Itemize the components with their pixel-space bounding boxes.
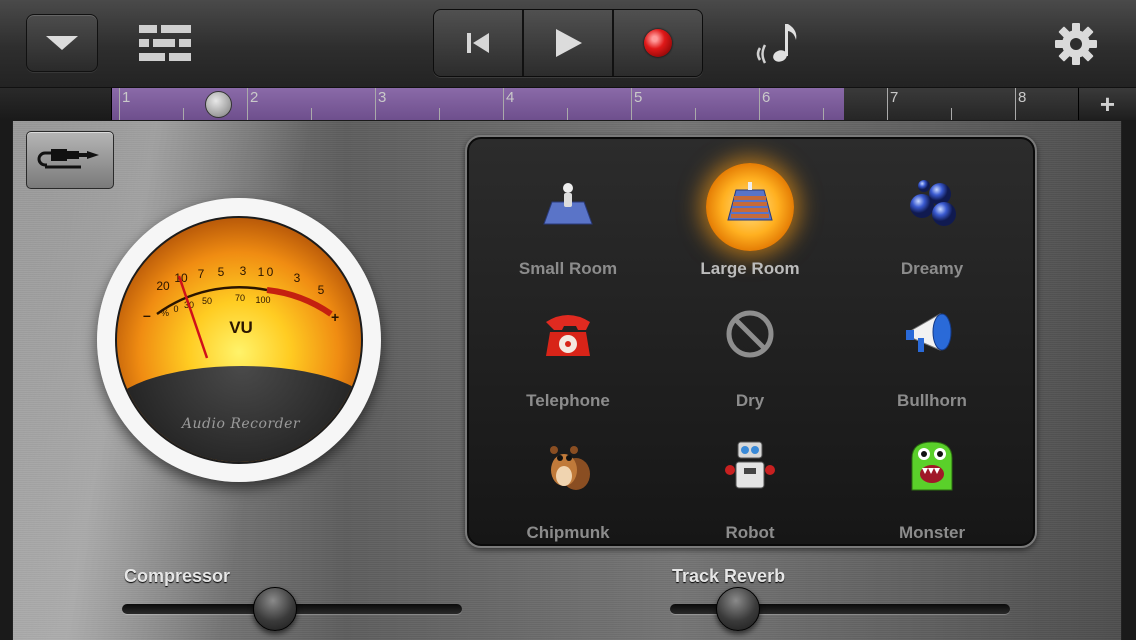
no-effect-icon [715, 299, 785, 369]
bar-number: 6 [762, 89, 771, 106]
ruler-tick [311, 108, 312, 120]
brand-label: Audio Recorder [181, 416, 301, 432]
effect-label: Bullhorn [897, 391, 967, 410]
ruler-tick [823, 108, 824, 120]
input-jack-icon [37, 149, 99, 169]
megaphone-icon [897, 299, 967, 369]
telephone-icon [533, 299, 603, 369]
compressor-label: Compressor [124, 566, 231, 586]
effect-label: Dreamy [900, 259, 964, 278]
effect-chipmunk[interactable]: Chipmunk [478, 409, 658, 542]
ruler-gutter [0, 88, 112, 120]
tracks-view-button[interactable] [130, 16, 200, 70]
scale-label: 5 [318, 283, 325, 297]
scale-label: 3 [294, 271, 301, 285]
effect-label: Robot [725, 523, 775, 542]
effect-large-room[interactable]: Large Room [660, 145, 840, 278]
toolbar [0, 0, 1136, 88]
bubbles-icon [897, 167, 967, 237]
tracks-view-icon [139, 25, 191, 61]
effect-label: Small Room [518, 259, 618, 278]
ruler-tick [503, 88, 504, 120]
ruler-tick [1015, 88, 1016, 120]
track-reverb-label: Track Reverb [672, 566, 786, 586]
vu-meter-base [117, 366, 361, 462]
ruler-tick [567, 108, 568, 120]
ruler-tick [951, 108, 952, 120]
effect-label: Chipmunk [526, 523, 610, 542]
playhead-handle[interactable] [205, 91, 232, 118]
gear-icon [1055, 23, 1097, 65]
scale-label: 5 [218, 265, 225, 279]
effect-label: Large Room [700, 259, 800, 278]
bar-number: 8 [1018, 89, 1027, 106]
bar-number: 1 [122, 89, 131, 106]
ruler-tick [247, 88, 248, 120]
ruler-tick [439, 108, 440, 120]
effect-robot[interactable]: Robot [660, 409, 840, 542]
rewind-icon [467, 33, 489, 53]
bar-number: 3 [378, 89, 387, 106]
rewind-button[interactable] [434, 10, 524, 76]
ruler-tick [631, 88, 632, 120]
small-room-icon [533, 167, 603, 237]
ruler-tick [119, 88, 120, 120]
scale-label: 20 [156, 279, 170, 293]
instrument-button[interactable] [748, 14, 808, 74]
vu-meter-face: 20 10 7 5 3 1 0 3 5 0 30 50 70 100 % – + [115, 216, 363, 464]
effects-grid: Small Room Large Room Dreamy Telephone D… [465, 135, 1037, 548]
effect-label: Dry [735, 391, 765, 410]
scale-label: % [161, 308, 169, 318]
scale-label: 0 [267, 265, 274, 279]
play-icon [556, 29, 582, 57]
effect-dreamy[interactable]: Dreamy [842, 145, 1022, 278]
compressor-slider-knob[interactable] [253, 587, 297, 631]
bar-number: 2 [250, 89, 259, 106]
effect-bullhorn[interactable]: Bullhorn [842, 277, 1022, 410]
ruler-track[interactable]: 1 2 3 4 5 6 7 8 [112, 88, 1078, 120]
ruler-tick [375, 88, 376, 120]
ruler-tick [887, 88, 888, 120]
transport-controls [433, 9, 703, 77]
play-button[interactable] [524, 10, 614, 76]
scale-label: 70 [235, 293, 245, 303]
record-icon [644, 29, 672, 57]
record-button[interactable] [614, 10, 702, 76]
scale-label: 50 [202, 296, 212, 306]
menu-button[interactable] [26, 14, 98, 72]
chevron-down-icon [46, 36, 78, 50]
chipmunk-icon [533, 431, 603, 501]
effect-small-room[interactable]: Small Room [478, 145, 658, 278]
vu-needle [177, 275, 209, 359]
effect-monster[interactable]: Monster [842, 409, 1022, 542]
scale-label: 1 [258, 265, 265, 279]
add-section-button[interactable]: + [1078, 88, 1136, 120]
note-icon [756, 24, 797, 64]
track-reverb-slider-knob[interactable] [716, 587, 760, 631]
settings-button[interactable] [1046, 14, 1106, 74]
ruler-tick [759, 88, 760, 120]
scale-label: 7 [198, 267, 205, 281]
input-settings-button[interactable] [26, 131, 114, 189]
effect-dry[interactable]: Dry [660, 277, 840, 410]
scale-label: 0 [173, 304, 178, 314]
scale-label: 3 [240, 264, 247, 278]
effect-label: Telephone [526, 391, 610, 410]
vu-label: VU [229, 318, 253, 337]
robot-icon [715, 431, 785, 501]
bar-number: 7 [890, 89, 899, 106]
monster-icon [897, 431, 967, 501]
timeline-ruler[interactable]: 1 2 3 4 5 6 7 8 + [0, 88, 1136, 120]
large-room-icon [715, 167, 785, 237]
effect-label: Monster [898, 523, 966, 542]
ruler-tick [695, 108, 696, 120]
bar-number: 4 [506, 89, 515, 106]
scale-label: 100 [255, 295, 270, 305]
vu-meter: 20 10 7 5 3 1 0 3 5 0 30 50 70 100 % – + [97, 198, 381, 482]
effect-telephone[interactable]: Telephone [478, 277, 658, 410]
bar-number: 5 [634, 89, 643, 106]
ruler-tick [183, 108, 184, 120]
